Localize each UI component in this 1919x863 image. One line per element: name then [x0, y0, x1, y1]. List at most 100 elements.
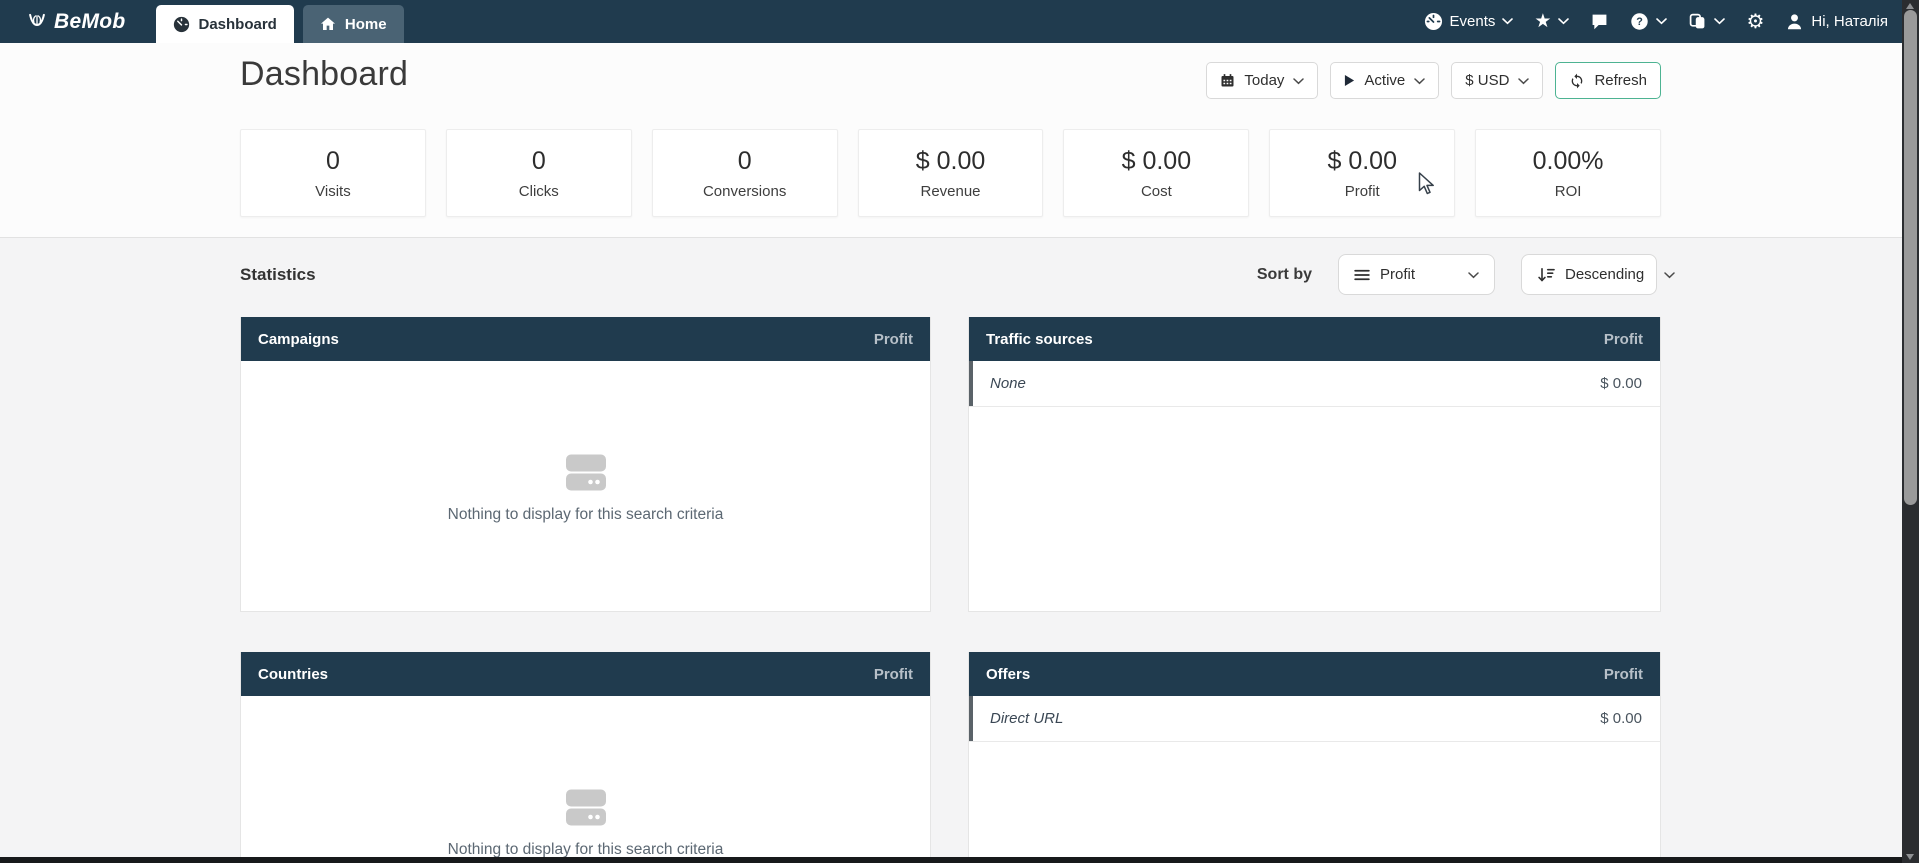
card-clicks: 0 Clicks: [446, 129, 632, 217]
card-label: Revenue: [920, 183, 980, 200]
empty-cards-icon: [563, 453, 609, 498]
list-icon: [1354, 269, 1370, 281]
currency-filter-button[interactable]: $ USD: [1451, 62, 1543, 99]
horizontal-scrollbar[interactable]: [0, 857, 1902, 863]
scrollbar-thumb[interactable]: [1904, 10, 1917, 505]
card-roi: 0.00% ROI: [1475, 129, 1661, 217]
tab-dashboard-label: Dashboard: [199, 16, 277, 33]
card-value: 0: [532, 147, 546, 176]
events-label: Events: [1450, 13, 1496, 30]
help-menu[interactable]: ?: [1630, 12, 1667, 31]
panel-traffic-header: Traffic sources Profit: [969, 317, 1660, 361]
panel-metric-label[interactable]: Profit: [1604, 666, 1643, 683]
panel-campaigns-header: Campaigns Profit: [241, 317, 930, 361]
sort-controls: Sort by Profit: [1257, 254, 1657, 295]
panel-title: Traffic sources: [986, 331, 1093, 348]
star-icon: ★: [1534, 12, 1551, 31]
settings-button[interactable]: ⚙: [1746, 12, 1764, 32]
gear-icon: ⚙: [1746, 12, 1764, 32]
row-name: None: [990, 375, 1026, 392]
empty-state-text: Nothing to display for this search crite…: [241, 506, 930, 524]
card-label: Profit: [1345, 183, 1380, 200]
chevron-down-icon: [1293, 72, 1304, 89]
table-row[interactable]: None $ 0.00: [969, 361, 1660, 407]
panel-title: Offers: [986, 666, 1030, 683]
refresh-button[interactable]: Refresh: [1555, 62, 1661, 99]
gauge-icon: [173, 16, 190, 33]
sort-field-select[interactable]: Profit: [1338, 254, 1495, 295]
home-icon: [320, 16, 336, 32]
sort-field-value: Profit: [1380, 266, 1415, 283]
empty-state: Nothing to display for this search crite…: [241, 453, 930, 524]
calendar-icon: [1220, 73, 1235, 88]
card-value: 0: [326, 147, 340, 176]
sort-direction-value: Descending: [1565, 266, 1644, 283]
panel-offers-header: Offers Profit: [969, 652, 1660, 696]
user-greeting: Hi, Наталія: [1811, 13, 1888, 30]
card-label: Visits: [315, 183, 351, 200]
card-label: Cost: [1141, 183, 1172, 200]
empty-state: Nothing to display for this search crite…: [241, 788, 930, 859]
card-revenue: $ 0.00 Revenue: [858, 129, 1044, 217]
date-range-label: Today: [1244, 72, 1284, 89]
status-filter-button[interactable]: Active: [1330, 62, 1439, 99]
card-label: ROI: [1555, 183, 1582, 200]
user-icon: [1785, 12, 1804, 31]
events-gauge-icon: [1424, 12, 1443, 31]
chevron-down-icon: [1656, 18, 1667, 25]
status-filter-label: Active: [1364, 72, 1405, 89]
vertical-scrollbar[interactable]: [1902, 0, 1919, 863]
panel-offers: Offers Profit Direct URL $ 0.00: [968, 652, 1661, 863]
panel-campaigns: Campaigns Profit Nothing to display for …: [240, 317, 931, 612]
scroll-up-arrow[interactable]: [1906, 3, 1914, 9]
row-name: Direct URL: [990, 710, 1063, 727]
card-label: Conversions: [703, 183, 786, 200]
play-icon: [1344, 74, 1355, 87]
favorites-menu[interactable]: ★: [1534, 12, 1569, 31]
chevron-down-icon: [1558, 18, 1569, 25]
card-value: $ 0.00: [1327, 147, 1397, 176]
tab-home-label: Home: [345, 16, 387, 33]
chat-icon: [1590, 12, 1609, 31]
filter-toolbar: Today Active $ USD: [1206, 62, 1661, 99]
sort-by-label: Sort by: [1257, 266, 1312, 284]
sort-direction-select[interactable]: Descending: [1521, 254, 1657, 295]
brand-name: BeMob: [54, 10, 126, 34]
workspaces-menu[interactable]: [1688, 12, 1725, 31]
feedback-button[interactable]: [1590, 12, 1609, 31]
tab-home[interactable]: Home: [303, 5, 404, 43]
card-label: Clicks: [519, 183, 559, 200]
table-row[interactable]: Direct URL $ 0.00: [969, 696, 1660, 742]
empty-cards-icon: [563, 788, 609, 833]
panel-countries: Countries Profit Nothing to display for …: [240, 652, 931, 863]
panel-metric-label[interactable]: Profit: [874, 666, 913, 683]
card-value: $ 0.00: [1122, 147, 1192, 176]
sort-descending-icon: [1537, 267, 1555, 283]
panel-metric-label[interactable]: Profit: [1604, 331, 1643, 348]
card-value: 0.00%: [1533, 147, 1604, 176]
scroll-down-arrow[interactable]: [1906, 854, 1914, 860]
panel-metric-label[interactable]: Profit: [874, 331, 913, 348]
chevron-down-icon: [1664, 266, 1675, 283]
topbar-actions: Events ★ ?: [1424, 0, 1888, 43]
currency-filter-label: $ USD: [1465, 72, 1509, 89]
card-value: 0: [738, 147, 752, 176]
page-title: Dashboard: [240, 55, 408, 94]
statistics-heading: Statistics: [240, 265, 316, 285]
user-menu[interactable]: Hi, Наталія: [1785, 12, 1888, 31]
bemob-logo[interactable]: BeMob: [0, 0, 130, 43]
chevron-down-icon: [1502, 18, 1513, 25]
card-visits: 0 Visits: [240, 129, 426, 217]
copy-stack-icon: [1688, 12, 1707, 31]
panel-title: Countries: [258, 666, 328, 683]
chevron-down-icon: [1414, 72, 1425, 89]
help-icon: ?: [1630, 12, 1649, 31]
row-value: $ 0.00: [1600, 710, 1642, 727]
card-cost: $ 0.00 Cost: [1063, 129, 1249, 217]
date-range-button[interactable]: Today: [1206, 62, 1318, 99]
events-menu[interactable]: Events: [1424, 12, 1514, 31]
tab-dashboard[interactable]: Dashboard: [156, 5, 294, 43]
summary-cards: 0 Visits 0 Clicks 0 Conversions $ 0.00 R…: [240, 129, 1661, 217]
tab-strip: Dashboard Home: [156, 0, 404, 43]
chevron-down-icon: [1714, 18, 1725, 25]
